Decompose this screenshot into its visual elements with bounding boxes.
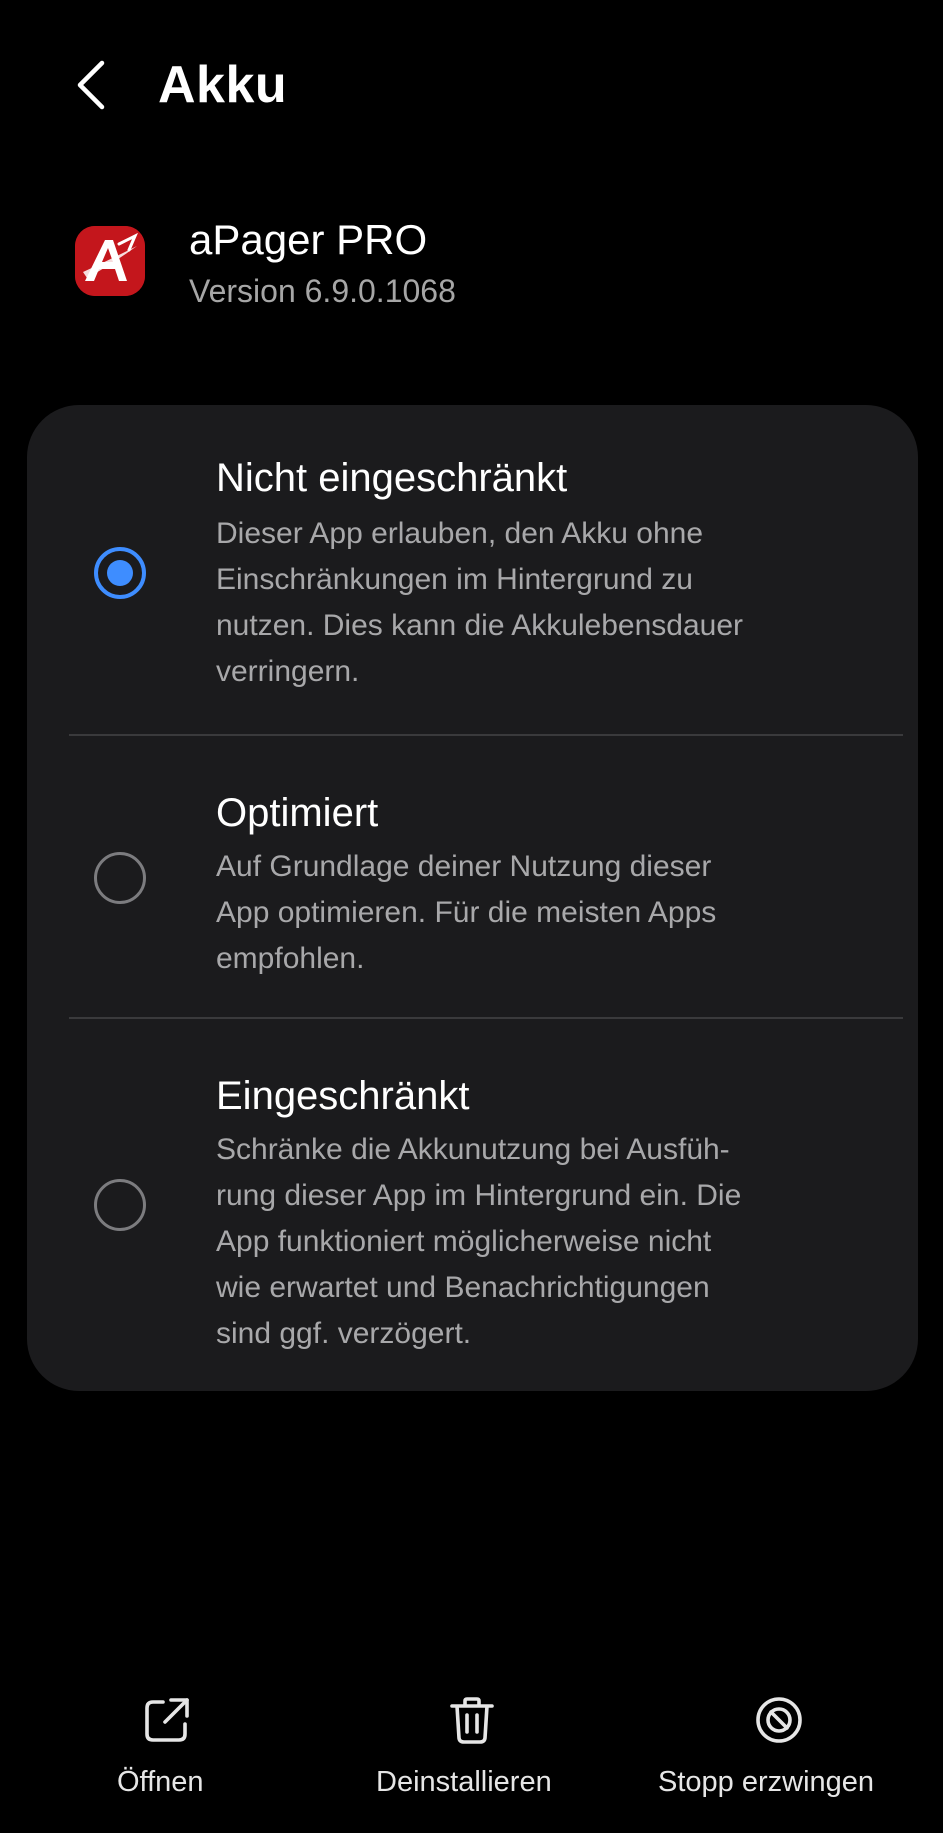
- option-description: Dieser App erlauben, den Akku ohne Einsc…: [216, 517, 744, 688]
- force-stop-button[interactable]: Stopp erzwingen: [650, 1680, 910, 1810]
- option-description: Schränke die Akkunutzung bei Ausfüh- run…: [216, 1133, 742, 1350]
- radio-button-selected[interactable]: [94, 547, 146, 599]
- option-title: Eingeschränkt: [216, 1074, 470, 1118]
- app-version: Version 6.9.0.1068: [189, 273, 456, 309]
- open-label: Öffnen: [117, 1766, 204, 1798]
- app-info: aPager PRO Version 6.9.0.1068: [0, 200, 943, 330]
- top-app-bar: Akku: [0, 0, 943, 170]
- page-title: Akku: [158, 56, 288, 114]
- option-unrestricted[interactable]: Nicht eingeschränkt Dieser App erlauben,…: [27, 405, 918, 735]
- chevron-left-icon: [77, 60, 105, 110]
- back-button[interactable]: [66, 54, 116, 116]
- trash-icon: [450, 1697, 494, 1744]
- app-name: aPager PRO: [189, 216, 428, 263]
- force-stop-label: Stopp erzwingen: [658, 1766, 875, 1798]
- open-external-icon: [145, 1698, 189, 1742]
- option-title: Nicht eingeschränkt: [216, 456, 568, 500]
- uninstall-label: Deinstallieren: [376, 1766, 552, 1798]
- apager-app-icon: [75, 226, 145, 296]
- radio-button[interactable]: [94, 852, 146, 904]
- option-restricted[interactable]: Eingeschränkt Schränke die Akkunutzung b…: [27, 1019, 918, 1391]
- uninstall-button[interactable]: Deinstallieren: [372, 1680, 572, 1810]
- radio-button[interactable]: [94, 1179, 146, 1231]
- open-button[interactable]: Öffnen: [90, 1680, 245, 1810]
- option-optimized[interactable]: Optimiert Auf Grundlage deiner Nutzung d…: [27, 736, 918, 1017]
- block-icon: [756, 1697, 802, 1743]
- bottom-action-bar: Öffnen Deinstallieren Stopp erzwingen: [0, 1680, 943, 1810]
- option-title: Optimiert: [216, 791, 379, 835]
- battery-options-card: Nicht eingeschränkt Dieser App erlauben,…: [27, 405, 918, 1391]
- option-description: Auf Grundlage deiner Nutzung dieser App …: [216, 850, 717, 975]
